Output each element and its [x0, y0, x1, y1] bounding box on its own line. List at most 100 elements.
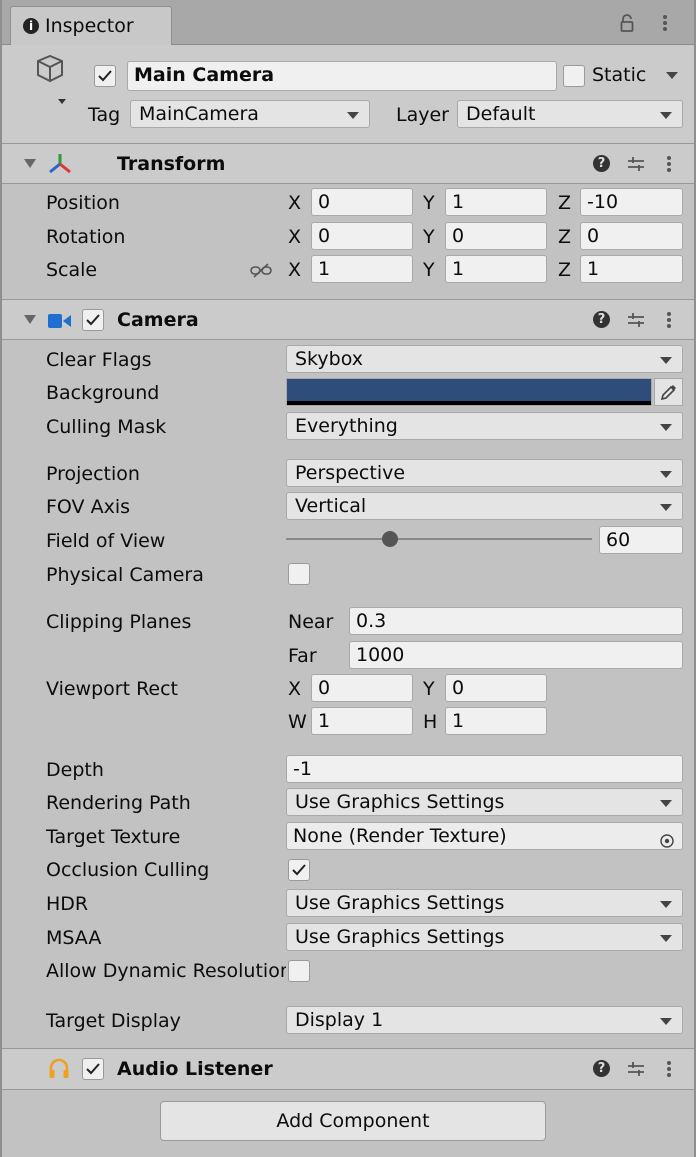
background-color-field[interactable] — [286, 378, 652, 406]
viewport-w-field[interactable]: 1 — [311, 707, 413, 735]
target-texture-label: Target Texture — [46, 826, 181, 848]
separator — [2, 183, 694, 184]
headphones-icon — [48, 1058, 70, 1085]
separator — [2, 339, 694, 340]
help-icon[interactable]: ? — [593, 1060, 610, 1077]
physical-camera-checkbox[interactable] — [288, 563, 310, 585]
rendering-path-dropdown[interactable]: Use Graphics Settings — [286, 788, 683, 816]
viewport-h-field[interactable]: 1 — [445, 707, 547, 735]
lock-icon[interactable] — [620, 14, 634, 37]
preset-icon[interactable] — [627, 1060, 645, 1083]
projection-value: Perspective — [295, 462, 406, 484]
fov-axis-dropdown[interactable]: Vertical — [286, 492, 683, 520]
help-icon[interactable]: ? — [593, 311, 610, 328]
static-dropdown-arrow-icon[interactable] — [666, 72, 678, 79]
dynamic-resolution-label: Allow Dynamic Resolution — [46, 960, 286, 982]
chevron-down-icon — [660, 1018, 672, 1025]
gameobject-cube-icon[interactable] — [24, 54, 72, 112]
inspector-panel: i Inspector Main Camera Static Tag MainC… — [0, 0, 696, 1157]
transform-header[interactable]: Transform ? — [2, 143, 694, 184]
camera-icon — [48, 312, 72, 334]
chevron-down-icon — [660, 112, 672, 119]
axis-y-label: Y — [423, 226, 435, 248]
far-field[interactable]: 1000 — [349, 641, 683, 669]
fov-axis-value: Vertical — [295, 495, 367, 517]
rendering-path-value: Use Graphics Settings — [295, 791, 505, 813]
static-label: Static — [592, 64, 647, 86]
fov-axis-label: FOV Axis — [46, 496, 131, 518]
kebab-menu-icon[interactable] — [666, 155, 672, 178]
hdr-dropdown[interactable]: Use Graphics Settings — [286, 889, 683, 917]
scale-x-field[interactable]: 1 — [311, 255, 413, 283]
transform-title: Transform — [117, 153, 226, 175]
gameobject-header: Main Camera Static Tag MainCamera Layer … — [2, 45, 694, 145]
layer-label: Layer — [396, 104, 449, 126]
rotation-y-field[interactable]: 0 — [445, 222, 547, 250]
occlusion-culling-checkbox[interactable] — [288, 859, 310, 881]
field-of-view-slider-thumb[interactable] — [382, 531, 399, 547]
axis-z-label: Z — [558, 192, 572, 214]
depth-field[interactable]: -1 — [286, 755, 683, 783]
near-field[interactable]: 0.3 — [349, 607, 683, 635]
position-z-field[interactable]: -10 — [580, 188, 683, 216]
viewport-w-label: W — [288, 711, 307, 733]
rotation-z-field[interactable]: 0 — [580, 222, 683, 250]
camera-title: Camera — [117, 309, 199, 331]
chevron-down-icon — [660, 357, 672, 364]
viewport-x-label: X — [288, 678, 302, 700]
kebab-menu-icon[interactable] — [666, 311, 672, 334]
viewport-h-label: H — [423, 711, 438, 733]
clear-flags-value: Skybox — [295, 348, 363, 370]
audio-listener-header[interactable]: Audio Listener ? — [2, 1048, 694, 1090]
camera-header[interactable]: Camera ? — [2, 299, 694, 340]
field-of-view-field[interactable]: 60 — [599, 526, 683, 554]
foldout-arrow-icon[interactable] — [24, 315, 36, 324]
physical-camera-label: Physical Camera — [46, 564, 204, 586]
tag-dropdown[interactable]: MainCamera — [130, 100, 370, 128]
kebab-menu-icon[interactable] — [666, 1060, 672, 1083]
field-of-view-label: Field of View — [46, 530, 166, 552]
viewport-y-field[interactable]: 0 — [445, 674, 547, 702]
camera-enabled-checkbox[interactable] — [82, 309, 104, 331]
position-y-field[interactable]: 1 — [445, 188, 547, 216]
gameobject-name-field[interactable]: Main Camera — [127, 61, 557, 91]
tab-title: Inspector — [45, 15, 134, 37]
background-color-swatch — [287, 379, 651, 401]
preset-icon[interactable] — [627, 311, 645, 334]
tab-inspector[interactable]: i Inspector — [10, 6, 172, 46]
field-of-view-slider-track[interactable] — [286, 538, 592, 540]
layer-dropdown[interactable]: Default — [457, 100, 683, 128]
position-x-field[interactable]: 0 — [311, 188, 413, 216]
active-checkbox[interactable] — [94, 65, 116, 87]
audio-listener-title: Audio Listener — [117, 1058, 273, 1080]
transform-axis-icon — [47, 152, 73, 179]
culling-mask-label: Culling Mask — [46, 416, 167, 438]
projection-dropdown[interactable]: Perspective — [286, 459, 683, 487]
culling-mask-dropdown[interactable]: Everything — [286, 412, 683, 440]
foldout-arrow-icon[interactable] — [24, 159, 36, 168]
viewport-x-field[interactable]: 0 — [311, 674, 413, 702]
axis-z-label: Z — [558, 226, 572, 248]
target-display-label: Target Display — [46, 1010, 181, 1032]
object-picker-icon[interactable] — [660, 829, 674, 849]
tag-label: Tag — [88, 104, 121, 126]
clear-flags-dropdown[interactable]: Skybox — [286, 345, 683, 373]
msaa-label: MSAA — [46, 927, 102, 949]
target-display-dropdown[interactable]: Display 1 — [286, 1006, 683, 1034]
scale-y-field[interactable]: 1 — [445, 255, 547, 283]
audio-listener-enabled-checkbox[interactable] — [82, 1058, 104, 1080]
static-checkbox[interactable] — [563, 65, 585, 87]
axis-z-label: Z — [558, 259, 572, 281]
eyedropper-button[interactable] — [654, 378, 683, 406]
dynamic-resolution-checkbox[interactable] — [288, 960, 310, 982]
scale-z-field[interactable]: 1 — [580, 255, 683, 283]
preset-icon[interactable] — [627, 155, 645, 178]
msaa-dropdown[interactable]: Use Graphics Settings — [286, 923, 683, 951]
chevron-down-icon — [660, 504, 672, 511]
kebab-menu-icon[interactable] — [662, 14, 668, 37]
add-component-button[interactable]: Add Component — [160, 1101, 546, 1141]
target-texture-field[interactable]: None (Render Texture) — [286, 822, 683, 850]
rotation-x-field[interactable]: 0 — [311, 222, 413, 250]
help-icon[interactable]: ? — [593, 155, 610, 172]
constrain-proportions-link-icon[interactable] — [250, 262, 272, 284]
